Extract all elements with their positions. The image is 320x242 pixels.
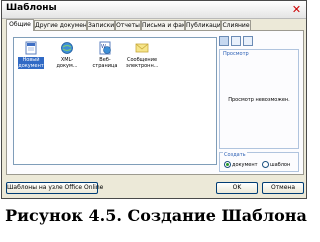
- tab-other-documents[interactable]: Другие документы: [34, 20, 87, 30]
- blank-document-icon: [25, 41, 37, 55]
- tab-merge[interactable]: Слияние: [221, 20, 251, 30]
- preview-label: Просмотр: [223, 51, 249, 57]
- template-label: Сообщение электронн...: [126, 57, 159, 69]
- radio-unselected-icon: [262, 161, 269, 168]
- tab-memos[interactable]: Записки: [87, 20, 115, 30]
- xml-document-icon: [61, 42, 73, 54]
- close-icon[interactable]: ✕: [291, 4, 302, 15]
- list-item[interactable]: W Веб-страница: [92, 41, 118, 69]
- preview-group: Просмотр Просмотр невозможен.: [219, 49, 299, 149]
- tab-general[interactable]: Общие: [6, 19, 34, 31]
- template-list[interactable]: Новый документ XML-докум... W Веб-страни…: [13, 37, 217, 165]
- create-template-radio[interactable]: шаблон: [262, 161, 290, 169]
- large-icons-view-icon[interactable]: [219, 36, 229, 46]
- create-label: Создать: [223, 152, 247, 158]
- details-view-icon[interactable]: [243, 36, 253, 46]
- tab-panel: Новый документ XML-докум... W Веб-страни…: [6, 30, 304, 175]
- email-message-icon: [135, 43, 149, 53]
- templates-dialog: Шаблоны ✕ Общие Другие документы Записки…: [1, 0, 307, 199]
- tab-letters-faxes[interactable]: Письма и факсы: [141, 20, 185, 30]
- radio-label: шаблон: [270, 162, 291, 168]
- view-toggle-group: [219, 36, 259, 48]
- create-group: Создать документ шаблон: [219, 152, 299, 172]
- ok-button[interactable]: OK: [216, 182, 258, 194]
- radio-label: документ: [232, 162, 258, 168]
- office-online-button[interactable]: Шаблоны на узле Office Online: [6, 182, 103, 194]
- cancel-button[interactable]: Отмена: [262, 182, 304, 194]
- list-item[interactable]: Сообщение электронн...: [126, 41, 159, 69]
- title-bar[interactable]: Шаблоны ✕: [2, 1, 306, 19]
- template-label: Новый документ: [18, 57, 44, 69]
- list-item[interactable]: XML-докум...: [54, 41, 80, 69]
- template-label: XML-докум...: [56, 57, 78, 69]
- radio-selected-icon: [224, 161, 231, 168]
- tab-strip: Общие Другие документы Записки Отчеты Пи…: [6, 19, 304, 31]
- list-item[interactable]: Новый документ: [18, 41, 44, 69]
- dialog-title: Шаблоны: [6, 3, 57, 13]
- figure-caption: Рисунок 4.5. Создание Шаблона: [5, 206, 307, 225]
- list-view-icon[interactable]: [231, 36, 241, 46]
- create-document-radio[interactable]: документ: [224, 161, 258, 169]
- tab-reports[interactable]: Отчеты: [115, 20, 141, 30]
- tab-publications[interactable]: Публикации: [185, 20, 221, 30]
- svg-text:W: W: [101, 44, 106, 50]
- preview-message: Просмотр невозможен.: [228, 97, 290, 103]
- template-label: Веб-страница: [92, 57, 118, 69]
- web-page-icon: W: [99, 41, 111, 55]
